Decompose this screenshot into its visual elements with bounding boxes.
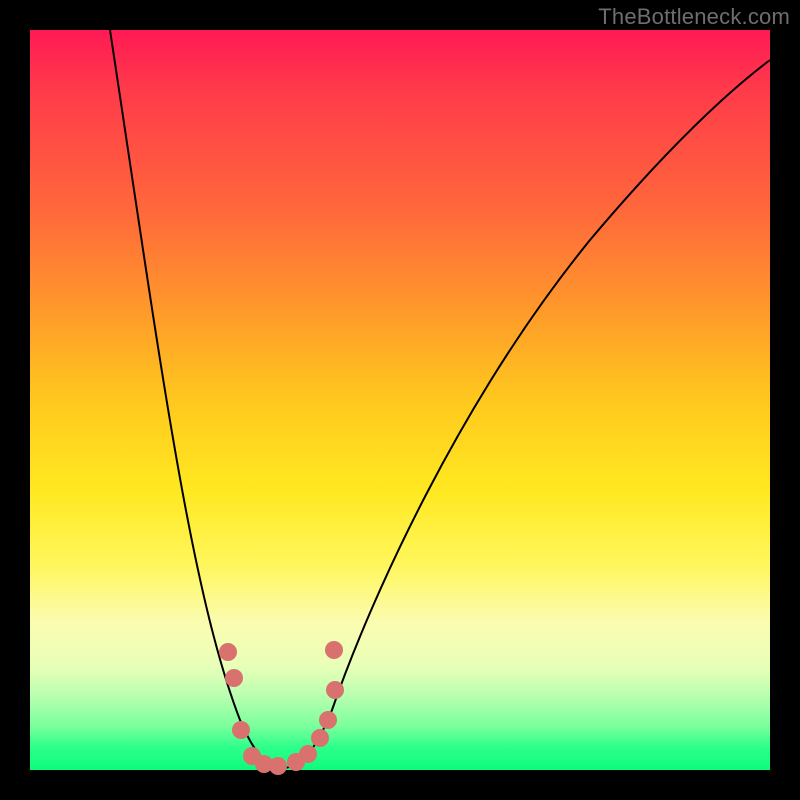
marker <box>232 721 250 739</box>
marker <box>225 669 243 687</box>
marker <box>319 711 337 729</box>
chart-frame: TheBottleneck.com <box>0 0 800 800</box>
marker <box>325 641 343 659</box>
chart-plot-area <box>30 30 770 770</box>
marker <box>219 643 237 661</box>
marker <box>269 757 287 775</box>
marker <box>326 681 344 699</box>
marker-group <box>219 641 344 775</box>
chart-svg <box>30 30 770 770</box>
marker <box>311 729 329 747</box>
watermark-text: TheBottleneck.com <box>598 4 790 30</box>
bottleneck-curve <box>110 30 770 768</box>
marker <box>299 745 317 763</box>
